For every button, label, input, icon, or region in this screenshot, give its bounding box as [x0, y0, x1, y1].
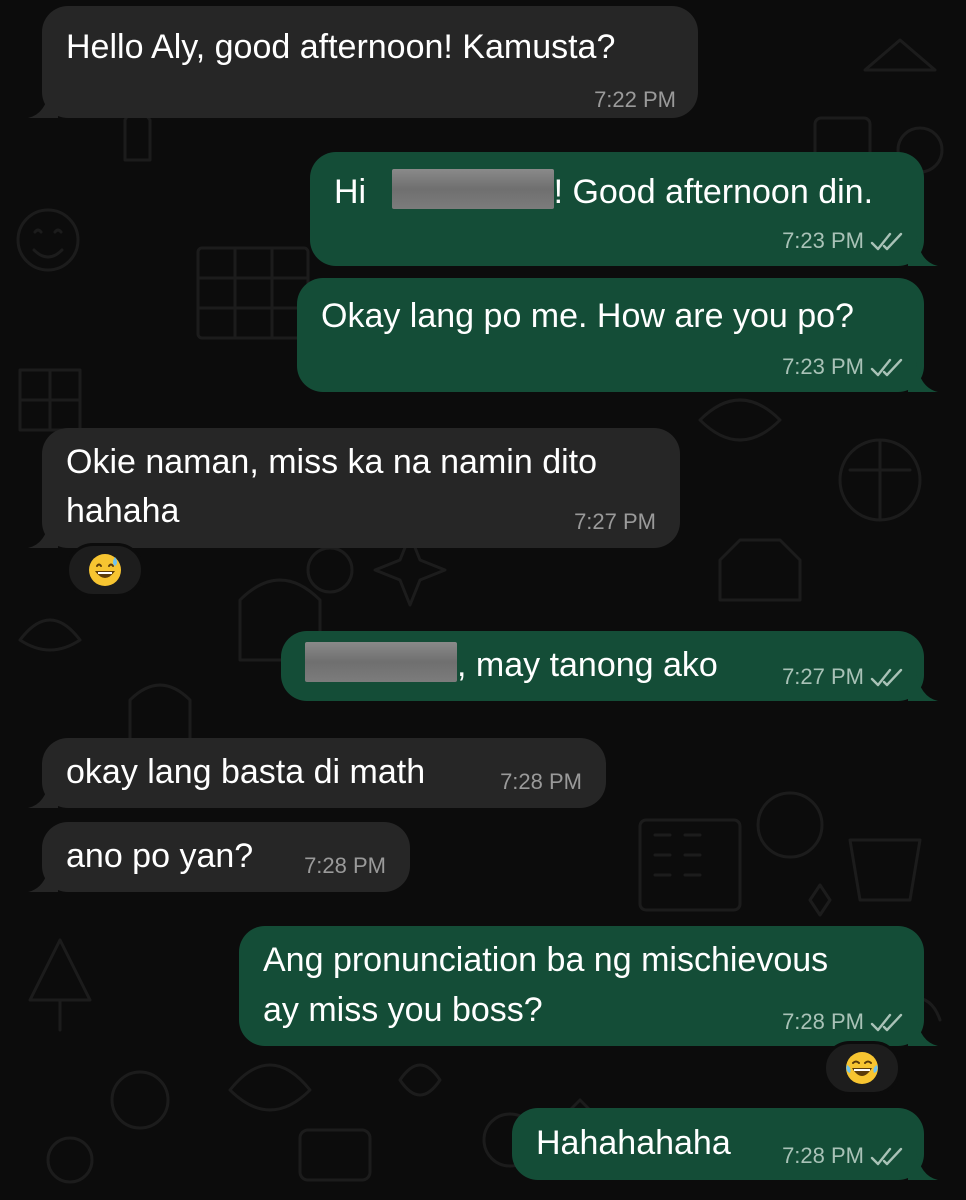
message-text: Hahahahaha	[536, 1124, 731, 1162]
bubble-tail	[28, 778, 58, 808]
read-receipt-icon	[870, 232, 903, 251]
message-bubble-outgoing[interactable]: Ang pronunciation ba ng mischievous ay m…	[239, 926, 938, 1046]
bubble-tail	[908, 236, 938, 266]
bubble-tail	[908, 1016, 938, 1046]
message-text: Okay lang po me. How are you po?	[321, 297, 854, 335]
message-timestamp: 7:23 PM	[782, 354, 864, 379]
message-bubble-outgoing[interactable]: , may tanong ako 7:27 PM	[281, 631, 938, 701]
message-text-line-1: Ang pronunciation ba ng mischievous	[263, 941, 829, 979]
message-text-after: , may tanong ako	[457, 646, 718, 684]
read-receipt-icon	[870, 668, 903, 687]
message-timestamp: 7:22 PM	[594, 87, 676, 112]
message-bubble-outgoing[interactable]: Okay lang po me. How are you po? 7:23 PM	[297, 278, 938, 392]
message-timestamp: 7:27 PM	[574, 509, 656, 534]
message-text: ano po yan?	[66, 837, 254, 875]
message-text: Hi ! Good afternoon din.	[334, 168, 873, 217]
message-text-before: Hi	[334, 173, 367, 211]
message-text: okay lang basta di math	[66, 753, 426, 791]
read-receipt-icon	[870, 1147, 903, 1166]
message-timestamp: 7:23 PM	[782, 228, 864, 253]
message-timestamp: 7:28 PM	[304, 853, 386, 878]
message-bubble-incoming[interactable]: ano po yan? 7:28 PM	[28, 822, 410, 892]
message-bubble-incoming[interactable]: Okie naman, miss ka na namin dito hahaha…	[28, 428, 680, 548]
message-reaction[interactable]	[66, 543, 144, 597]
bubble-tail	[28, 518, 58, 548]
message-text: Hello Aly, good afternoon! Kamusta?	[66, 28, 616, 66]
read-receipt-icon	[870, 358, 903, 377]
message-timestamp: 7:28 PM	[782, 1009, 864, 1034]
message-timestamp: 7:28 PM	[500, 769, 582, 794]
message-text-line-1: Okie naman, miss ka na namin dito	[66, 443, 598, 481]
read-receipt-icon	[870, 1013, 903, 1032]
bubble-tail	[908, 671, 938, 701]
message-text-line-2: hahaha	[66, 492, 180, 530]
message-timestamp: 7:27 PM	[782, 664, 864, 689]
message-reaction[interactable]	[823, 1041, 901, 1095]
message-bubble-outgoing[interactable]: Hi ! Good afternoon din. 7:23 PM	[310, 152, 938, 266]
grinning-face-with-sweat-icon	[89, 554, 121, 586]
message-text-line-2: ay miss you boss?	[263, 991, 543, 1029]
bubble-tail	[908, 362, 938, 392]
message-bubble-outgoing[interactable]: Hahahahaha 7:28 PM	[512, 1108, 938, 1180]
message-text-after: ! Good afternoon din.	[553, 173, 874, 211]
bubble-tail	[28, 862, 58, 892]
bubble-tail	[908, 1150, 938, 1180]
redacted-name	[305, 642, 457, 682]
chat-view[interactable]: Hello Aly, good afternoon! Kamusta? 7:22…	[0, 0, 966, 1200]
bubble-tail	[28, 88, 58, 118]
message-text: , may tanong ako	[305, 641, 718, 690]
message-bubble-incoming[interactable]: okay lang basta di math 7:28 PM	[28, 738, 606, 808]
face-with-tears-of-joy-icon	[846, 1052, 878, 1084]
message-timestamp: 7:28 PM	[782, 1143, 864, 1168]
redacted-name	[391, 169, 554, 209]
message-bubble-incoming[interactable]: Hello Aly, good afternoon! Kamusta? 7:22…	[28, 6, 698, 118]
